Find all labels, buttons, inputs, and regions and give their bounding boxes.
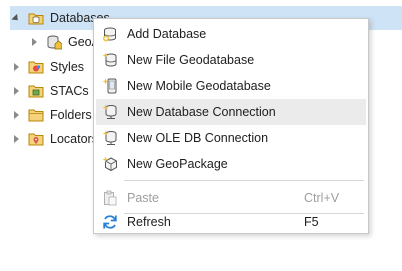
database-folder-icon (28, 13, 44, 25)
new-ole-db-connection-icon (102, 130, 117, 145)
menu-item-label: Refresh (127, 215, 171, 229)
geodatabase-home-icon (47, 35, 62, 50)
add-database-icon (103, 27, 116, 42)
menu-separator (124, 180, 364, 181)
tree-item-folders[interactable]: Folders (10, 103, 94, 127)
menu-item-paste[interactable]: Paste Ctrl+V (96, 185, 366, 211)
menu-item-new-mobile-geodatabase[interactable]: New Mobile Geodatabase (96, 73, 366, 99)
folder-icon (28, 109, 44, 122)
expand-arrow-icon[interactable] (28, 36, 40, 48)
menu-item-shortcut: F5 (304, 215, 319, 229)
menu-item-new-ole-db-connection[interactable]: New OLE DB Connection (96, 125, 366, 151)
tree-item-stacs[interactable]: STACs (10, 79, 94, 103)
tree-item-locators[interactable]: Locators (10, 127, 94, 151)
menu-item-label: New Database Connection (127, 105, 276, 119)
menu-item-label: New GeoPackage (127, 157, 228, 171)
menu-item-label: New OLE DB Connection (127, 131, 269, 145)
tree-item-label: GeoA (68, 35, 94, 49)
expand-arrow-icon[interactable] (10, 133, 22, 145)
locators-icon (28, 133, 44, 146)
new-mobile-geodatabase-icon (102, 78, 117, 94)
menu-item-refresh[interactable]: Refresh F5 (96, 209, 366, 235)
expand-arrow-icon[interactable] (10, 109, 22, 121)
menu-item-label: New File Geodatabase (127, 53, 255, 67)
new-file-geodatabase-icon (102, 52, 117, 67)
expand-arrow-icon[interactable] (10, 85, 22, 97)
tree-item-styles[interactable]: Styles (10, 55, 94, 79)
stac-folder-icon (28, 85, 44, 98)
tree-item-label: Styles (50, 60, 85, 74)
menu-item-new-geopackage[interactable]: New GeoPackage (96, 151, 366, 177)
styles-icon (28, 61, 44, 74)
menu-item-label: Add Database (127, 27, 207, 41)
menu-item-label: Paste (127, 191, 159, 205)
expand-arrow-icon[interactable] (10, 61, 22, 73)
new-geopackage-icon (102, 156, 117, 172)
paste-icon (104, 190, 117, 206)
collapse-arrow-icon[interactable] (10, 12, 22, 24)
tree-item-geodatabase[interactable]: GeoA (28, 30, 94, 54)
menu-item-new-database-connection[interactable]: New Database Connection (96, 99, 366, 125)
menu-item-add-database[interactable]: Add Database (96, 21, 366, 47)
menu-item-shortcut: Ctrl+V (304, 191, 340, 205)
new-database-connection-icon (102, 104, 117, 119)
context-menu: Add Database New File Geodatabase New Mo… (93, 18, 369, 234)
refresh-icon (103, 215, 117, 229)
tree-item-label: Locators (50, 132, 94, 146)
menu-item-new-file-geodatabase[interactable]: New File Geodatabase (96, 47, 366, 73)
menu-item-label: New Mobile Geodatabase (127, 79, 271, 93)
tree-item-label: Folders (50, 108, 92, 122)
tree-item-label: STACs (50, 84, 89, 98)
